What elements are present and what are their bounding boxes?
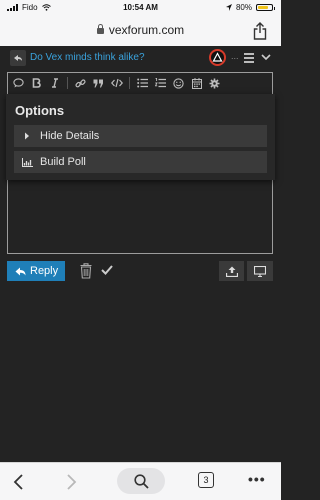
code-icon[interactable] [110, 76, 123, 90]
more-dots-icon[interactable]: ••• [248, 471, 266, 487]
status-bar: Fido 10:54 AM 80% [0, 0, 281, 16]
browser-bottom-bar: 3 ••• [0, 462, 281, 500]
topic-title-link[interactable]: Do Vex minds think alike? [30, 52, 145, 63]
browser-top-bar: Fido 10:54 AM 80% vexforum.com [0, 0, 281, 46]
upload-button[interactable] [219, 261, 244, 281]
numbered-list-icon[interactable] [154, 76, 167, 90]
hamburger-menu-icon[interactable] [244, 53, 254, 63]
reply-label: Reply [30, 265, 59, 277]
battery-icon [256, 4, 275, 11]
back-arrow-icon[interactable] [12, 473, 26, 491]
lock-icon [96, 24, 104, 34]
upload-icon [225, 266, 238, 277]
user-avatar[interactable] [209, 49, 226, 66]
forward-arrow-icon[interactable] [64, 473, 78, 491]
options-title: Options [15, 103, 65, 118]
check-icon[interactable] [101, 265, 113, 275]
url-domain: vexforum.com [108, 23, 185, 37]
overflow-dots: ... [231, 51, 239, 61]
italic-icon[interactable] [48, 76, 61, 90]
toolbar-divider [67, 77, 68, 89]
tabs-button[interactable]: 3 [198, 472, 214, 488]
emoji-icon[interactable] [172, 76, 185, 90]
gear-icon[interactable] [208, 76, 221, 90]
battery-percent: 80% [235, 3, 252, 12]
bar-chart-icon [14, 157, 40, 167]
quote-icon[interactable] [92, 76, 105, 90]
reply-icon [15, 267, 26, 275]
search-button[interactable] [117, 468, 165, 494]
bullet-list-icon[interactable] [136, 76, 149, 90]
preview-toggle-button[interactable] [247, 261, 273, 281]
reply-to-icon[interactable] [10, 50, 26, 66]
share-icon[interactable] [253, 22, 267, 40]
reply-button[interactable]: Reply [7, 261, 65, 281]
toolbar-divider [129, 77, 130, 89]
calendar-icon[interactable] [190, 76, 203, 90]
url-bar[interactable]: vexforum.com [0, 18, 281, 44]
location-icon [225, 4, 232, 11]
hide-details-option[interactable]: Hide Details [14, 125, 267, 147]
hide-details-label: Hide Details [40, 130, 100, 142]
editor-toolbar [8, 73, 272, 93]
bold-icon[interactable] [30, 76, 43, 90]
battery-fill [258, 6, 269, 9]
tab-count: 3 [203, 475, 209, 485]
build-poll-option[interactable]: Build Poll [14, 151, 267, 173]
composer-header: Do Vex minds think alike? ... [6, 48, 275, 70]
caret-right-icon [14, 132, 40, 140]
speech-bubble-icon[interactable] [12, 76, 25, 90]
build-poll-label: Build Poll [40, 156, 86, 168]
options-popup: Options Hide Details Build Poll [6, 94, 275, 180]
chevron-down-icon[interactable] [260, 51, 272, 63]
trash-icon[interactable] [80, 263, 92, 279]
desktop-icon [254, 265, 266, 277]
link-icon[interactable] [74, 76, 87, 90]
search-icon [133, 473, 149, 489]
